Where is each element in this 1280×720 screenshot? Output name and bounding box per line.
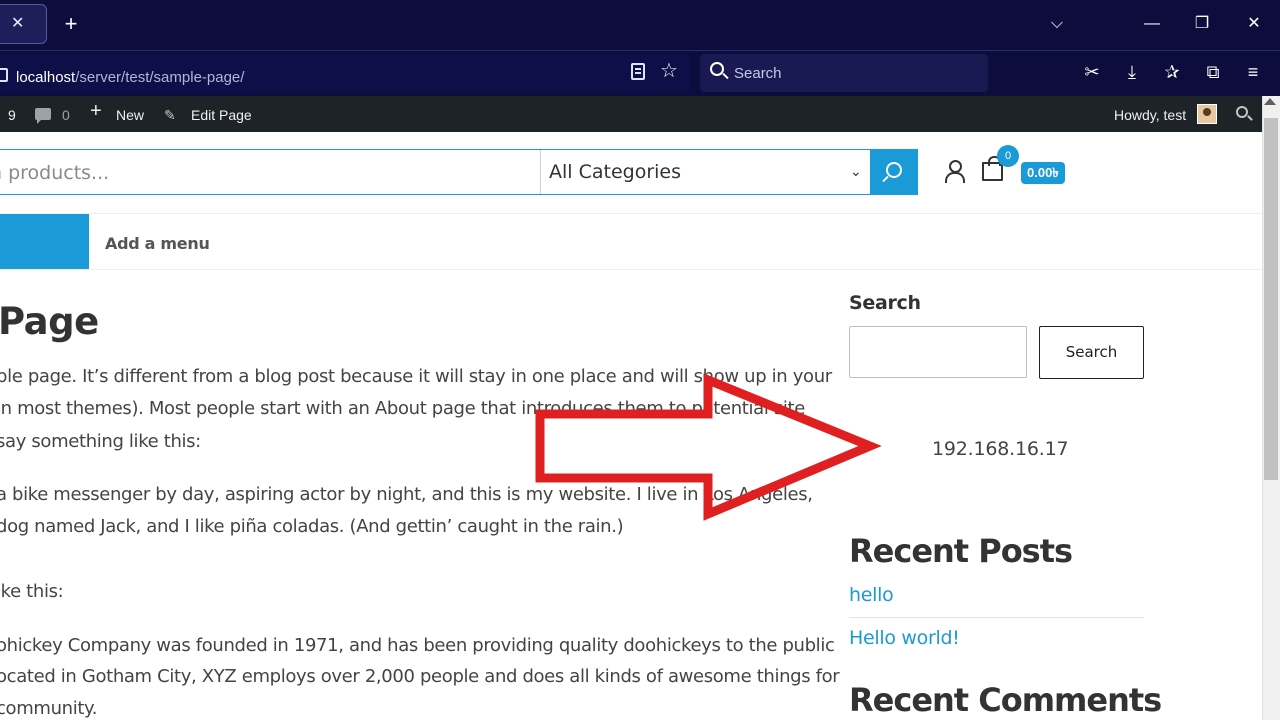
product-search-button[interactable] (870, 149, 918, 195)
puzzle-icon[interactable]: ⧉ (1201, 60, 1225, 84)
admin-search-icon[interactable] (1236, 106, 1248, 118)
content-line: a bike messenger by day, aspiring actor … (0, 484, 813, 505)
browser-search-placeholder: Search (734, 65, 782, 82)
scrollbar-thumb[interactable] (1264, 118, 1278, 480)
minimize-icon[interactable]: — (1140, 12, 1164, 36)
url-host: localhost (16, 69, 76, 86)
screenshot-icon[interactable]: ✂ (1080, 60, 1104, 84)
url-text[interactable]: localhost/server/test/sample-page/ (16, 69, 244, 86)
sidebar-search-label: Search (849, 292, 921, 314)
window-close-icon[interactable]: ✕ (1242, 12, 1266, 36)
red-arrow-annotation (535, 373, 882, 521)
menu-icon[interactable]: ≡ (1241, 60, 1265, 84)
add-menu-link[interactable]: Add a menu (105, 234, 210, 253)
recent-post-link[interactable]: Hello world! (849, 627, 960, 649)
account-icon[interactable] (944, 160, 965, 183)
recent-posts-heading: Recent Posts (849, 532, 1073, 570)
scroll-up-arrow-icon[interactable] (1264, 98, 1276, 105)
avatar[interactable] (1197, 104, 1217, 124)
howdy-user[interactable]: Howdy, test (1114, 106, 1186, 124)
bookmark-star-icon[interactable]: ☆ (660, 60, 678, 82)
reader-view-icon[interactable] (631, 63, 645, 80)
pencil-icon[interactable]: ✎ (164, 106, 176, 124)
category-select[interactable]: All Categories ⌄ (540, 150, 870, 194)
restore-icon[interactable]: ❐ (1190, 12, 1214, 36)
cart-count-badge[interactable]: 0 (997, 145, 1019, 167)
extensions-icon[interactable]: ✰ (1160, 60, 1184, 84)
cart-total-badge[interactable]: 0.00৳ (1021, 162, 1065, 184)
browser-tab[interactable]: ✕ (0, 4, 47, 44)
content-line: ocated in Gotham City, XYZ employs over … (0, 666, 840, 687)
product-search-input[interactable]: h products... (0, 162, 109, 184)
category-selected: All Categories (549, 161, 682, 183)
close-tab-icon[interactable]: ✕ (11, 14, 24, 34)
content-line: ohickey Company was founded in 1971, and… (0, 635, 835, 656)
ip-address-text: 192.168.16.17 (932, 438, 1069, 460)
list-all-tabs-icon[interactable]: ⌵ (1045, 12, 1069, 36)
comment-bubble-icon[interactable] (35, 108, 51, 124)
plus-icon[interactable]: + (90, 101, 102, 121)
edit-page-link[interactable]: Edit Page (191, 106, 252, 124)
recent-comments-heading: Recent Comments (849, 681, 1162, 719)
browser-search-bar[interactable]: Search (700, 54, 988, 92)
content-line: community. (0, 698, 98, 719)
sidebar-search-input[interactable] (849, 326, 1027, 378)
divider (849, 617, 1144, 618)
content-line: ple page. It’s different from a blog pos… (0, 366, 832, 387)
browser-tab-strip: ✕ + ⌵ — ❐ ✕ (0, 0, 1280, 50)
page-title: Page (0, 300, 99, 343)
content-line: in most themes). Most people start with … (0, 398, 805, 419)
new-tab-button[interactable]: + (60, 12, 82, 36)
address-bar[interactable]: localhost/server/test/sample-page/ (0, 55, 690, 93)
categories-menu-button[interactable] (0, 214, 89, 269)
url-path: /server/test/sample-page/ (75, 69, 245, 86)
chevron-down-icon: ⌄ (850, 163, 862, 179)
comments-count[interactable]: 0 (62, 106, 70, 124)
wp-admin-bar: 9 0 + New ✎ Edit Page Howdy, test (0, 96, 1262, 132)
search-icon (710, 62, 724, 76)
content-line: ike this: (0, 581, 64, 602)
page-info-icon[interactable] (0, 68, 8, 82)
download-icon[interactable]: ⤓ (1120, 60, 1144, 84)
content-line: say something like this: (0, 431, 201, 452)
updates-count[interactable]: 9 (8, 106, 16, 124)
sidebar-search-button[interactable]: Search (1039, 326, 1144, 379)
content-line: dog named Jack, and I like piña coladas.… (0, 516, 624, 537)
search-icon (886, 162, 902, 178)
cart-icon[interactable] (982, 156, 1003, 181)
new-item[interactable]: New (116, 106, 144, 124)
recent-post-link[interactable]: hello (849, 584, 894, 606)
